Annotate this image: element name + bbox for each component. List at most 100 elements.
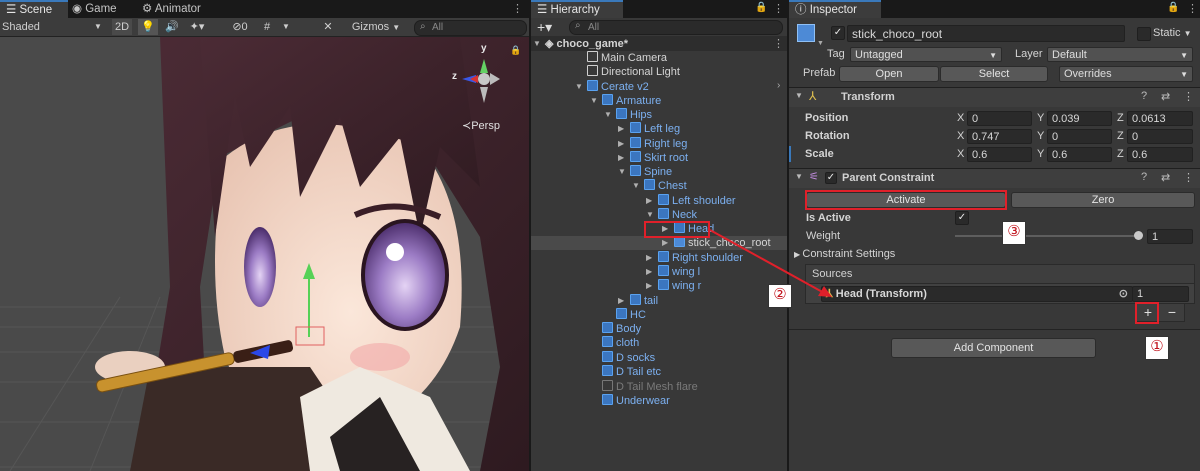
list-item[interactable]: Body [602,322,641,336]
object-picker-icon[interactable]: ⊙ [1119,287,1128,302]
lock-icon[interactable]: 🔒 [755,2,767,13]
tools-icon[interactable]: ✕ [318,19,338,35]
static-checkbox[interactable] [1137,27,1151,41]
list-item[interactable]: ▶ Left leg [618,122,680,136]
grid-dropdown-icon[interactable]: ▼ [280,19,292,35]
rotation-y-field[interactable]: 0 [1047,129,1112,144]
list-item-inactive[interactable]: D Tail Mesh flare [602,380,698,394]
list-item[interactable]: ▶ wing r [646,279,701,293]
tab-hierarchy[interactable]: ☰ Hierarchy [531,0,623,18]
constraint-enabled-checkbox[interactable]: ✓ [825,172,837,184]
weight-slider-track[interactable] [955,235,1140,237]
is-active-checkbox[interactable]: ✓ [955,211,969,225]
tab-inspector[interactable]: ⓘ Inspector [789,0,881,18]
list-item[interactable]: ▼ Neck [646,208,698,222]
list-item[interactable]: Directional Light [587,65,680,79]
list-item-label: Cerate v2 [601,81,649,93]
static-dropdown[interactable]: Static ▼ [1153,26,1192,41]
shading-mode-dropdown[interactable]: Shaded ▼ [2,19,102,35]
open-button[interactable]: Open [839,66,939,82]
list-item[interactable]: ▼ Chest [632,179,687,193]
list-item[interactable]: D Tail etc [602,365,661,379]
list-item[interactable]: cloth [602,336,639,350]
weight-slider-handle[interactable] [1134,231,1143,240]
transform-header[interactable]: ▼ ⅄ Transform ? ⇄ ⋮ [789,87,1200,107]
position-z-field[interactable]: 0.0613 [1127,111,1193,126]
object-name-field[interactable]: stick_choco_root [847,25,1125,42]
add-icon[interactable]: +▾ [537,18,552,36]
chevron-down-icon[interactable]: ▼ [817,40,824,47]
zero-button[interactable]: Zero [1011,192,1195,208]
list-item[interactable]: ▶ tail [618,294,658,308]
hidden-objects-toggle[interactable]: ⊘0 [226,19,254,35]
tab-scene[interactable]: ☰ Scene [0,0,68,18]
scale-y-field[interactable]: 0.6 [1047,147,1112,162]
list-item-selected[interactable]: ▶ stick_choco_root [662,236,771,250]
position-y-field[interactable]: 0.039 [1047,111,1112,126]
more-options-icon[interactable]: ⋮ [512,2,523,15]
hierarchy-scene-item[interactable]: ▼ ◈ choco_game* [533,37,628,51]
scale-x-field[interactable]: 0.6 [967,147,1032,162]
constraint-settings-foldout[interactable]: ▶ Constraint Settings [794,247,895,262]
list-item[interactable]: Underwear [602,394,670,408]
preset-icon[interactable]: ⇄ [1161,171,1170,184]
list-item-label: Neck [672,209,698,221]
list-item[interactable]: Main Camera [587,51,667,65]
list-item[interactable]: D socks [602,351,655,365]
select-button[interactable]: Select [940,66,1048,82]
gizmos-dropdown[interactable]: Gizmos ▼ [346,19,406,35]
scene-search-input[interactable]: ⌕ All [414,20,527,36]
source-object-field[interactable]: ⅄ Head (Transform) ⊙ [821,286,1133,302]
scale-z-field[interactable]: 0.6 [1127,147,1193,162]
more-options-icon[interactable]: ⋮ [1183,90,1194,103]
tag-dropdown[interactable]: Untagged ▼ [850,47,1002,62]
overrides-dropdown[interactable]: Overrides ▼ [1059,66,1193,82]
chevron-right-icon[interactable]: › [777,80,780,91]
tab-game[interactable]: ◉ Game [66,0,123,18]
list-item[interactable]: HC [616,308,646,322]
list-item[interactable]: ▼ Spine [618,165,672,179]
list-item[interactable]: ▶ Skirt root [618,151,688,165]
tab-animator[interactable]: ⚙ Animator [136,0,207,18]
remove-source-button[interactable]: − [1163,304,1181,320]
toggle-2d-button[interactable]: 2D [112,19,132,35]
lighting-icon[interactable]: 💡 [138,19,158,35]
list-item[interactable]: ▶ Right leg [618,137,687,151]
scene-viewport[interactable]: y z 🔒 ≺Persp [0,37,529,471]
sources-label: Sources [812,268,853,280]
persp-toggle[interactable]: ≺Persp [462,119,500,132]
grid-icon[interactable]: # [258,19,276,35]
rotation-label: Rotation [805,130,850,142]
list-item[interactable]: ▼ Hips [604,108,652,122]
source-weight-field[interactable]: 1 [1132,286,1189,302]
active-checkbox[interactable]: ✓ [831,26,845,40]
list-item[interactable]: ▼ Armature [590,94,661,108]
more-options-icon[interactable]: ⋮ [1183,171,1194,184]
more-options-icon[interactable]: ⋮ [773,37,784,50]
add-component-button[interactable]: Add Component [891,338,1096,358]
layer-dropdown[interactable]: Default ▼ [1047,47,1193,62]
chevron-down-icon: ▼ [1180,51,1188,60]
help-icon[interactable]: ? [1141,90,1147,102]
list-item[interactable]: ▶ Right shoulder [646,251,743,265]
lock-icon[interactable]: 🔒 [1167,2,1179,13]
parent-constraint-header[interactable]: ▼ ⚟ ✓ Parent Constraint ? ⇄ ⋮ [789,168,1200,188]
scale-z-value: 0.6 [1132,149,1148,161]
effects-icon[interactable]: ✦▾ [186,19,208,35]
help-icon[interactable]: ? [1141,171,1147,183]
lock-icon[interactable]: 🔒 [510,45,521,56]
weight-field[interactable]: 1 [1147,229,1193,244]
scale-x-value: 0.6 [972,149,988,161]
position-x-field[interactable]: 0 [967,111,1032,126]
audio-icon[interactable]: 🔊 [162,19,182,35]
rotation-z-field[interactable]: 0 [1127,129,1193,144]
list-item[interactable]: ▶ wing l [646,265,700,279]
list-item[interactable]: ▶ Left shoulder [646,194,736,208]
more-options-icon[interactable]: ⋮ [1187,2,1198,15]
more-options-icon[interactable]: ⋮ [773,2,784,15]
hierarchy-search-input[interactable]: ⌕ All [569,20,783,35]
preset-icon[interactable]: ⇄ [1161,90,1170,103]
rotation-x-field[interactable]: 0.747 [967,129,1032,144]
y-label: Y [1037,112,1045,124]
list-item[interactable]: ▼ Cerate v2 [575,80,649,94]
